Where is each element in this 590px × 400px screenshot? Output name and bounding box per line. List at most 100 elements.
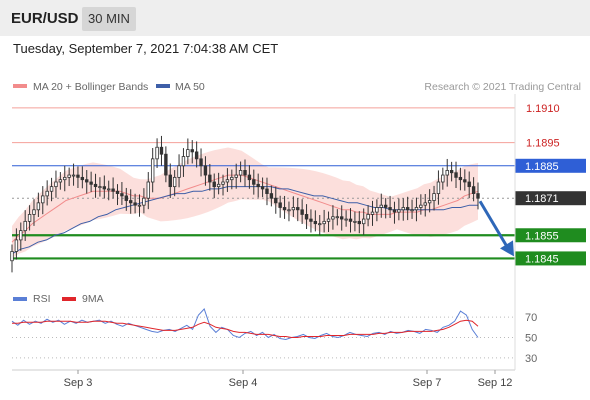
candle-body — [221, 181, 225, 185]
ma50-legend-swatch — [156, 84, 170, 88]
candle-body — [419, 204, 423, 208]
forecast-arrow-head — [500, 240, 514, 257]
candle-body — [159, 146, 164, 155]
level-label-1.1871: 1.1871 — [525, 193, 559, 205]
candle-body — [98, 186, 102, 189]
candle-body — [388, 207, 392, 211]
ma20-legend-swatch — [13, 84, 27, 88]
candle-body — [467, 181, 471, 188]
axis-label-Sep 4: Sep 4 — [229, 377, 258, 389]
chart-window: EUR/USD 30 MIN Tuesday, September 7, 202… — [0, 0, 590, 400]
candle-body — [67, 174, 71, 178]
candle-body — [10, 251, 14, 262]
candle-body — [441, 174, 445, 183]
candle-body — [199, 158, 203, 167]
candle-body — [234, 174, 238, 178]
candle-body — [375, 207, 379, 213]
candle-body — [304, 214, 309, 220]
candle-body — [146, 181, 150, 199]
candle-body — [445, 170, 449, 176]
candle-body — [454, 172, 458, 178]
candle-body — [252, 179, 256, 185]
candle-body — [93, 183, 98, 188]
ma20-legend-label: MA 20 + Bollinger Bands — [33, 81, 148, 93]
candle-body — [23, 220, 27, 232]
candle-body — [71, 174, 76, 177]
candle-body — [476, 193, 480, 199]
candle-body — [243, 170, 247, 176]
level-label-1.1855: 1.1855 — [525, 230, 559, 242]
candle-body — [326, 218, 331, 222]
candle-body — [89, 181, 93, 185]
candle-body — [238, 170, 243, 176]
rsi-tick-30: 30 — [525, 353, 537, 365]
rsi-ma-legend-label: 9MA — [82, 293, 104, 305]
candle-body — [58, 179, 63, 183]
rsi-series-9MA — [12, 319, 479, 338]
forecast-arrow-shaft — [478, 200, 510, 250]
candle-body — [471, 186, 476, 194]
candle-body — [45, 190, 49, 197]
candle-body — [63, 176, 67, 181]
candle-body — [41, 195, 45, 204]
rsi-tick-70: 70 — [525, 312, 537, 324]
rsi-ma-legend-swatch — [62, 297, 76, 301]
candle-body — [247, 174, 252, 181]
candle-body — [265, 188, 269, 194]
candle-body — [397, 209, 401, 213]
candle-body — [401, 207, 405, 211]
candle-body — [348, 218, 353, 222]
level-label-1.1895: 1.1895 — [526, 138, 560, 150]
candle-body — [436, 181, 441, 194]
rsi-series-RSI — [11, 308, 479, 341]
candle-body — [322, 220, 326, 225]
candle-body — [309, 218, 313, 222]
candle-body — [256, 183, 260, 188]
candle-body — [36, 202, 41, 211]
ma50-legend-label: MA 50 — [175, 81, 205, 93]
candle-body — [203, 165, 208, 176]
candle-body — [102, 186, 107, 190]
candle-body — [370, 211, 375, 215]
candle-body — [49, 186, 54, 192]
candle-body — [414, 207, 419, 211]
rsi-panel: 70 50 30 — [11, 308, 537, 365]
candle-body — [19, 230, 23, 241]
price-chart: MA 20 + Bollinger Bands MA 50 Research ©… — [10, 81, 586, 389]
level-label-1.1845: 1.1845 — [525, 253, 559, 265]
candle-body — [168, 174, 172, 188]
candle-body — [128, 200, 133, 204]
candle-body — [150, 158, 155, 183]
candle-body — [186, 149, 190, 157]
candle-body — [216, 183, 221, 188]
level-labels: 1.1910 1.1895 1.1885 1.1871 1.1855 1.1845 — [515, 103, 586, 266]
candle-body — [278, 202, 282, 208]
candle-body — [124, 195, 129, 201]
candle-body — [383, 204, 388, 208]
candle-body — [212, 181, 216, 188]
candle-body — [115, 190, 120, 194]
candle-body — [291, 207, 296, 211]
candle-body — [335, 216, 340, 219]
forecast-arrow — [478, 200, 514, 257]
candle-body — [405, 207, 410, 211]
candle-body — [296, 207, 300, 211]
candle-body — [225, 179, 230, 183]
time-axis: Sep 3 Sep 4 Sep 7 Sep 12 — [12, 94, 516, 389]
candle-body — [379, 204, 383, 208]
candle-body — [282, 207, 287, 211]
candle-body — [274, 197, 278, 204]
candle-body — [392, 209, 397, 213]
candle-body — [287, 209, 291, 212]
level-label-1.1885: 1.1885 — [525, 161, 559, 173]
candle-body — [137, 204, 142, 207]
candle-body — [357, 220, 362, 225]
candle-body — [331, 216, 335, 220]
candle-body — [133, 202, 137, 206]
candle-body — [177, 165, 181, 178]
axis-label-Sep 12: Sep 12 — [478, 377, 513, 389]
candle-body — [208, 174, 212, 183]
candle-body — [54, 181, 58, 188]
rsi-tick-50: 50 — [525, 333, 537, 345]
candle-body — [142, 197, 146, 206]
